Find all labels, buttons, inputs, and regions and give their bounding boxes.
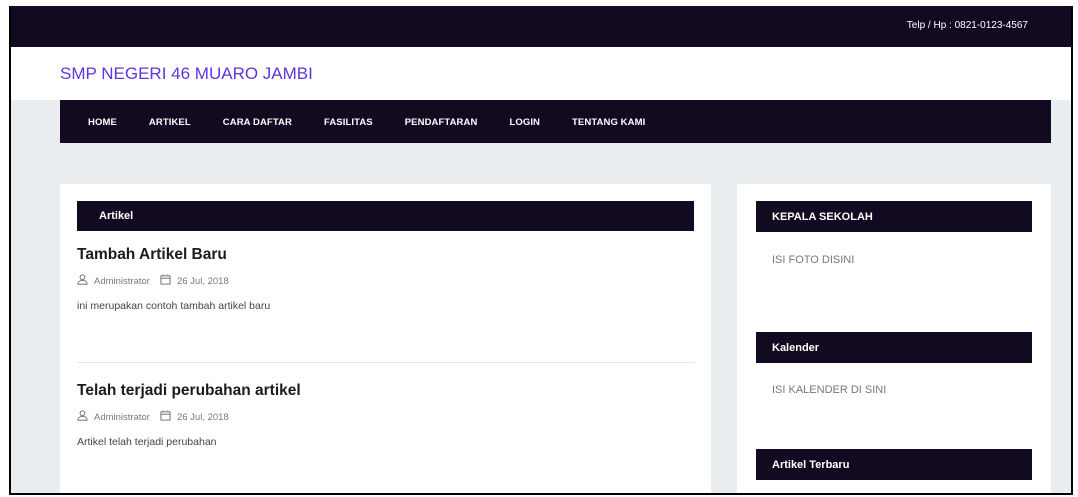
phone-number: Telp / Hp : 0821-0123-4567 (906, 20, 1028, 31)
nav-item-tentang-kami[interactable]: TENTANG KAMI (572, 117, 645, 128)
widget-title: KEPALA SEKOLAH (772, 211, 873, 223)
user-icon (77, 274, 88, 288)
article-meta: Administrator 26 Jul, 2018 (77, 410, 694, 424)
article-author: Administrator (94, 275, 150, 287)
widget-body-calendar: ISI KALENDER DI SINI (772, 384, 887, 396)
nav-item-fasilitas[interactable]: FASILITAS (324, 117, 373, 128)
page-frame: Telp / Hp : 0821-0123-4567 SMP NEGERI 46… (9, 6, 1073, 495)
calendar-icon (160, 274, 171, 288)
widget-header-kalender: Kalender (756, 332, 1032, 363)
site-title[interactable]: SMP NEGERI 46 MUARO JAMBI (60, 64, 313, 84)
article-date: 26 Jul, 2018 (176, 275, 229, 287)
top-bar: Telp / Hp : 0821-0123-4567 (11, 6, 1071, 47)
nav-item-pendaftaran[interactable]: PENDAFTARAN (405, 117, 478, 128)
nav-item-artikel[interactable]: ARTIKEL (149, 117, 191, 128)
brand-bar: SMP NEGERI 46 MUARO JAMBI (11, 47, 1071, 100)
sidebar: KEPALA SEKOLAH ISI FOTO DISINI Kalender … (737, 184, 1051, 493)
nav-item-cara-daftar[interactable]: CARA DAFTAR (223, 117, 292, 128)
widget-body-photo: ISI FOTO DISINI (772, 254, 855, 266)
nav-item-home[interactable]: HOME (88, 117, 117, 128)
article-author: Administrator (94, 411, 150, 423)
main-content: Artikel Tambah Artikel Baru Administrato… (60, 184, 711, 493)
main-nav: HOME ARTIKEL CARA DAFTAR FASILITAS PENDA… (60, 100, 1051, 143)
user-icon (77, 410, 88, 424)
article-item: Tambah Artikel Baru Administrator 26 Jul… (77, 246, 694, 312)
widget-header-artikel-terbaru: Artikel Terbaru (756, 449, 1032, 480)
article-meta: Administrator 26 Jul, 2018 (77, 274, 694, 288)
nav-item-login[interactable]: LOGIN (509, 117, 540, 128)
article-divider (77, 362, 694, 363)
article-date: 26 Jul, 2018 (176, 411, 229, 423)
widget-header-kepala-sekolah: KEPALA SEKOLAH (756, 201, 1032, 232)
calendar-icon (160, 410, 171, 424)
widget-title: Artikel Terbaru (772, 459, 850, 471)
article-title[interactable]: Tambah Artikel Baru (77, 246, 694, 264)
widget-title: Kalender (772, 342, 820, 354)
article-excerpt: Artikel telah terjadi perubahan (77, 436, 217, 448)
section-header-artikel: Artikel (77, 201, 694, 231)
section-title: Artikel (99, 210, 134, 222)
article-title[interactable]: Telah terjadi perubahan artikel (77, 382, 694, 400)
article-excerpt: ini merupakan contoh tambah artikel baru (77, 300, 271, 312)
article-item: Telah terjadi perubahan artikel Administ… (77, 382, 694, 448)
